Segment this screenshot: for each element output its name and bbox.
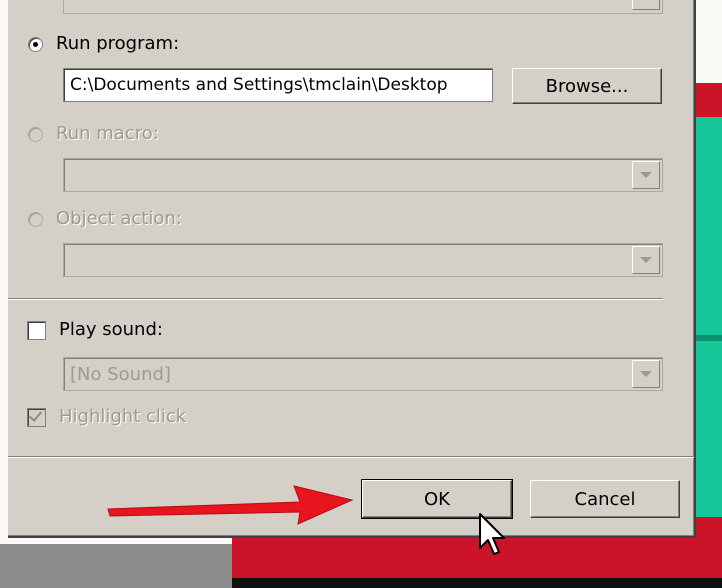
highlight-click-label: Highlight click — [59, 406, 187, 427]
object-action-dropdown[interactable] — [63, 243, 663, 277]
sound-dropdown-value: [No Sound] — [70, 363, 171, 385]
play-sound-checkbox[interactable] — [27, 320, 46, 340]
object-action-label: Object action: — [56, 208, 182, 229]
mouse-pointer-icon — [479, 513, 505, 555]
program-path-input[interactable] — [63, 68, 493, 102]
play-sound-label: Play sound: — [59, 319, 163, 340]
sound-dropdown[interactable]: [No Sound] — [63, 357, 663, 391]
highlight-click-checkbox[interactable] — [27, 407, 46, 427]
chevron-down-icon — [640, 172, 652, 178]
object-action-dropdown-arrow[interactable] — [632, 246, 660, 274]
object-action-option[interactable]: Object action: — [28, 207, 182, 231]
annotation-arrow-shape — [107, 485, 354, 525]
macro-dropdown-arrow[interactable] — [632, 161, 660, 189]
background-black-strip — [232, 578, 722, 588]
run-program-label: Run program: — [56, 33, 180, 54]
run-macro-option[interactable]: Run macro: — [28, 122, 159, 146]
sound-dropdown-arrow[interactable] — [632, 360, 660, 388]
action-settings-dialog: Run program: Browse... Run macro: Object… — [8, 0, 696, 538]
macro-dropdown[interactable] — [63, 158, 663, 192]
background-teal-stripe — [696, 335, 722, 341]
checkmark-icon — [28, 407, 43, 422]
top-dropdown-arrow[interactable] — [632, 0, 660, 10]
background-gray-panel — [0, 544, 235, 588]
cursor-arrow-shape — [479, 513, 505, 555]
object-action-radio[interactable] — [28, 211, 43, 227]
radio-selected-dot — [33, 41, 38, 47]
chevron-down-icon — [640, 371, 652, 377]
play-sound-option[interactable]: Play sound: — [27, 318, 163, 342]
button-area-divider — [8, 456, 694, 458]
run-program-option[interactable]: Run program: — [28, 32, 179, 56]
top-dropdown-partial[interactable] — [63, 0, 663, 14]
run-macro-radio[interactable] — [28, 126, 43, 142]
red-arrow-icon — [107, 485, 354, 525]
run-program-radio[interactable] — [28, 36, 43, 52]
cancel-button[interactable]: Cancel — [530, 480, 680, 518]
run-macro-label: Run macro: — [56, 123, 159, 144]
highlight-click-option[interactable]: Highlight click — [27, 405, 186, 429]
chevron-down-icon — [640, 257, 652, 263]
background-teal-band — [696, 117, 722, 517]
section-divider — [8, 298, 663, 300]
browse-button[interactable]: Browse... — [512, 68, 662, 104]
